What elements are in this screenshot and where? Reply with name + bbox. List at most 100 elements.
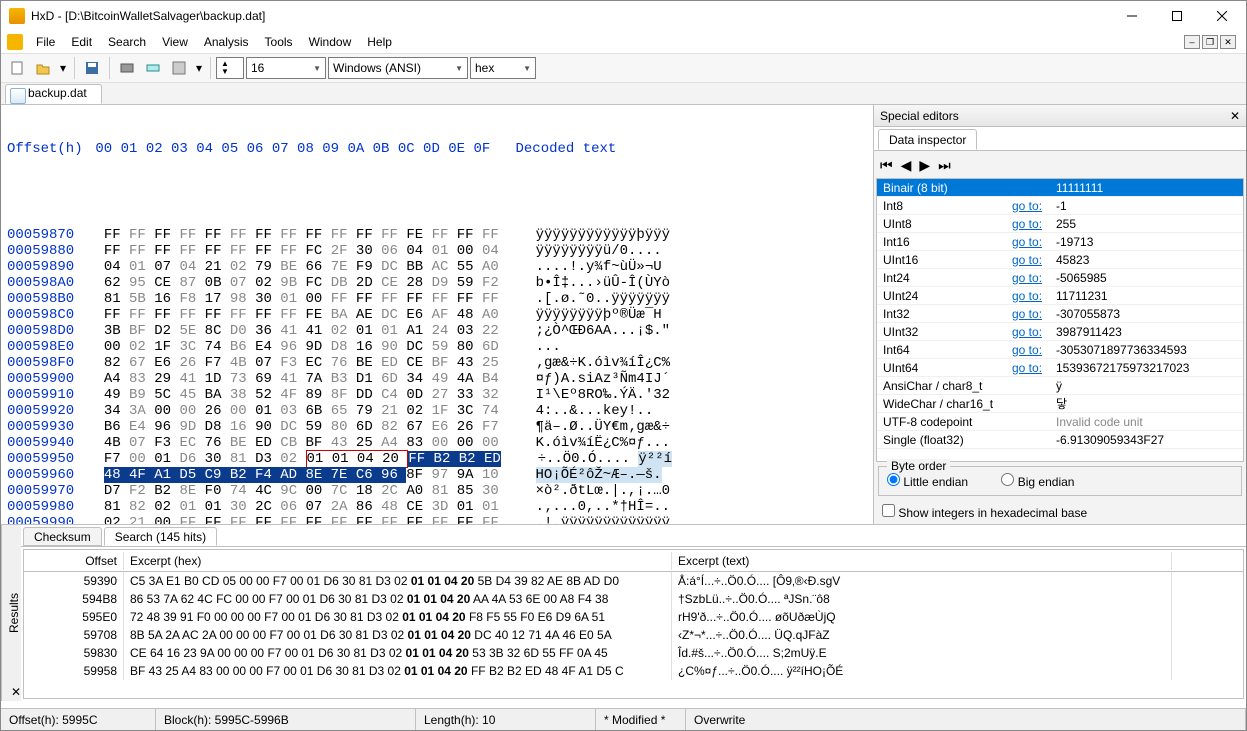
- data-inspector-table[interactable]: Binair (8 bit)11111111Int8go to:-1UInt8g…: [876, 178, 1244, 462]
- results-pane: Results ✕ Checksum Search (145 hits) Off…: [1, 524, 1246, 701]
- hex-row[interactable]: 00059880 FF FF FF FF FF FF FF FF FC 2F 3…: [7, 243, 867, 259]
- cols-combo[interactable]: 16▼: [246, 57, 326, 79]
- new-button[interactable]: [5, 56, 29, 80]
- hex-row[interactable]: 000598D0 3B BF D2 5E 8C D0 36 41 41 02 0…: [7, 323, 867, 339]
- hex-editor[interactable]: Offset(h) 00 01 02 03 04 05 06 07 08 09 …: [1, 105, 873, 524]
- inspector-row[interactable]: UInt32go to:3987911423: [877, 323, 1243, 341]
- inspector-row[interactable]: Int64go to:-3053071897736334593: [877, 341, 1243, 359]
- nav-first-icon[interactable]: ⏮: [880, 157, 893, 174]
- menu-help[interactable]: Help: [360, 33, 399, 51]
- result-row[interactable]: 59958BF 43 25 A4 83 00 00 00 F7 00 01 D6…: [24, 662, 1243, 680]
- inspector-row[interactable]: Single (float32)-6.91309059343F27: [877, 431, 1243, 449]
- inspector-row[interactable]: UInt16go to:45823: [877, 251, 1243, 269]
- hex-row[interactable]: 000598C0 FF FF FF FF FF FF FF FF FE BA A…: [7, 307, 867, 323]
- menu-file[interactable]: File: [29, 33, 62, 51]
- floppy-button[interactable]: [167, 56, 191, 80]
- result-row[interactable]: 595E072 48 39 91 F0 00 00 00 F7 00 01 D6…: [24, 608, 1243, 626]
- base-combo[interactable]: hex▼: [470, 57, 536, 79]
- hex-row[interactable]: 000598E0 00 02 1F 3C 74 B6 E4 96 9D D8 1…: [7, 339, 867, 355]
- inspector-row[interactable]: Int24go to:-5065985: [877, 269, 1243, 287]
- mdi-close[interactable]: ✕: [1220, 35, 1236, 49]
- disk-button[interactable]: [115, 56, 139, 80]
- hex-row[interactable]: 00059910 49 B9 5C 45 BA 38 52 4F 89 8F D…: [7, 387, 867, 403]
- status-bar: Offset(h): 5995C Block(h): 5995C-5996B L…: [1, 708, 1246, 730]
- close-button[interactable]: [1199, 2, 1244, 30]
- tab-search[interactable]: Search (145 hits): [104, 527, 217, 546]
- status-offset: Offset(h): 5995C: [1, 709, 156, 730]
- radio-little-endian[interactable]: Little endian: [887, 475, 968, 489]
- menu-bar: File Edit Search View Analysis Tools Win…: [1, 31, 1246, 53]
- inspector-row[interactable]: Int32go to:-307055873: [877, 305, 1243, 323]
- inspector-row[interactable]: Int8go to:-1: [877, 197, 1243, 215]
- results-tabs: Checksum Search (145 hits): [21, 525, 1246, 547]
- floppy-dropdown[interactable]: ▾: [193, 56, 205, 80]
- menu-window[interactable]: Window: [302, 33, 359, 51]
- mdi-restore[interactable]: ❐: [1202, 35, 1218, 49]
- hex-row[interactable]: 00059990 02 21 00 FF FF FF FF FF FF FF F…: [7, 515, 867, 524]
- hex-row[interactable]: 00059930 B6 E4 96 9D D8 16 90 DC 59 80 6…: [7, 419, 867, 435]
- panel-close-icon[interactable]: ✕: [1230, 109, 1240, 123]
- hex-row[interactable]: 00059940 4B 07 F3 EC 76 BE ED CB BF 43 2…: [7, 435, 867, 451]
- hex-row[interactable]: 000598F0 82 67 E6 26 F7 4B 07 F3 EC 76 B…: [7, 355, 867, 371]
- status-mode: Overwrite: [686, 709, 1246, 730]
- hex-row[interactable]: 00059980 81 82 02 01 01 30 2C 06 07 2A 8…: [7, 499, 867, 515]
- inspector-row[interactable]: UInt64go to:15393672175973217023: [877, 359, 1243, 377]
- tab-data-inspector[interactable]: Data inspector: [878, 129, 977, 150]
- hex-row[interactable]: 00059870 FF FF FF FF FF FF FF FF FF FF F…: [7, 227, 867, 243]
- menu-analysis[interactable]: Analysis: [197, 33, 256, 51]
- app-icon-small: [7, 34, 23, 50]
- minimize-button[interactable]: [1109, 2, 1154, 30]
- inspector-row[interactable]: UInt8go to:255: [877, 215, 1243, 233]
- byte-order-group: Byte order Little endian Big endian: [878, 466, 1242, 496]
- inspector-row[interactable]: WideChar / char16_t닿: [877, 395, 1243, 413]
- result-row[interactable]: 59830CE 64 16 23 9A 00 00 00 F7 00 01 D6…: [24, 644, 1243, 662]
- inspector-row[interactable]: Binair (8 bit)11111111: [877, 179, 1243, 197]
- hex-row[interactable]: 000598A0 62 95 CE 87 0B 07 02 9B FC DB 2…: [7, 275, 867, 291]
- result-row[interactable]: 594B886 53 7A 62 4C FC 00 00 F7 00 01 D6…: [24, 590, 1243, 608]
- hex-row[interactable]: 00059900 A4 83 29 41 1D 73 69 41 7A B3 D…: [7, 371, 867, 387]
- hex-row[interactable]: 00059890 04 01 07 04 21 02 79 BE 66 7E F…: [7, 259, 867, 275]
- inspector-row[interactable]: Int16go to:-19713: [877, 233, 1243, 251]
- status-block: Block(h): 5995C-5996B: [156, 709, 416, 730]
- open-dropdown[interactable]: ▾: [57, 56, 69, 80]
- maximize-button[interactable]: [1154, 2, 1199, 30]
- status-modified: * Modified *: [596, 709, 686, 730]
- menu-view[interactable]: View: [155, 33, 195, 51]
- inspector-row[interactable]: UInt24go to:11711231: [877, 287, 1243, 305]
- hex-row[interactable]: 00059950 F7 00 01 D6 30 81 D3 02 01 01 0…: [7, 451, 867, 467]
- save-button[interactable]: [80, 56, 104, 80]
- hex-row[interactable]: 000598B0 81 5B 16 F8 17 98 30 01 00 FF F…: [7, 291, 867, 307]
- hex-row[interactable]: 00059920 34 3A 00 00 26 00 01 03 6B 65 7…: [7, 403, 867, 419]
- special-editors-panel: Special editors ✕ Data inspector ⏮ ◀ ▶ ⏭…: [873, 105, 1246, 524]
- result-row[interactable]: 597088B 5A 2A AC 2A 00 00 00 F7 00 01 D6…: [24, 626, 1243, 644]
- cols-updown[interactable]: ▲▼: [216, 57, 244, 79]
- work-area: Offset(h) 00 01 02 03 04 05 06 07 08 09 …: [1, 105, 1246, 524]
- toolbar: ▾ ▾ ▲▼ 16▼ Windows (ANSI)▼ hex▼: [1, 53, 1246, 83]
- menu-edit[interactable]: Edit: [64, 33, 99, 51]
- hex-row[interactable]: 00059970 D7 F2 B2 8E F0 74 4C 9C 00 7C 1…: [7, 483, 867, 499]
- search-results-table[interactable]: Offset Excerpt (hex) Excerpt (text) 5939…: [23, 549, 1244, 699]
- results-close-icon[interactable]: ✕: [11, 685, 21, 699]
- ram-button[interactable]: [141, 56, 165, 80]
- encoding-combo[interactable]: Windows (ANSI)▼: [328, 57, 468, 79]
- nav-prev-icon[interactable]: ◀: [901, 157, 912, 174]
- nav-last-icon[interactable]: ⏭: [938, 157, 951, 174]
- inspector-row[interactable]: AnsiChar / char8_tÿ: [877, 377, 1243, 395]
- nav-next-icon[interactable]: ▶: [919, 157, 930, 174]
- results-header: Offset Excerpt (hex) Excerpt (text): [24, 550, 1243, 572]
- inspector-nav: ⏮ ◀ ▶ ⏭: [874, 151, 1246, 178]
- result-row[interactable]: 59390C5 3A E1 B0 CD 05 00 00 F7 00 01 D6…: [24, 572, 1243, 590]
- file-tab-backup[interactable]: backup.dat: [5, 84, 102, 104]
- menu-search[interactable]: Search: [101, 33, 153, 51]
- menu-tools[interactable]: Tools: [258, 33, 300, 51]
- check-hex-integers[interactable]: Show integers in hexadecimal base: [882, 506, 1087, 520]
- file-tabstrip: backup.dat: [1, 83, 1246, 105]
- app-icon: [9, 8, 25, 24]
- mdi-minimize[interactable]: ‒: [1184, 35, 1200, 49]
- radio-big-endian[interactable]: Big endian: [1001, 475, 1074, 489]
- tab-checksum[interactable]: Checksum: [23, 527, 102, 546]
- hex-row[interactable]: 00059960 48 4F A1 D5 C9 B2 F4 AD 8E 7E C…: [7, 467, 867, 483]
- side-tabs: Data inspector: [874, 127, 1246, 151]
- inspector-row[interactable]: UTF-8 codepointInvalid code unit: [877, 413, 1243, 431]
- open-button[interactable]: [31, 56, 55, 80]
